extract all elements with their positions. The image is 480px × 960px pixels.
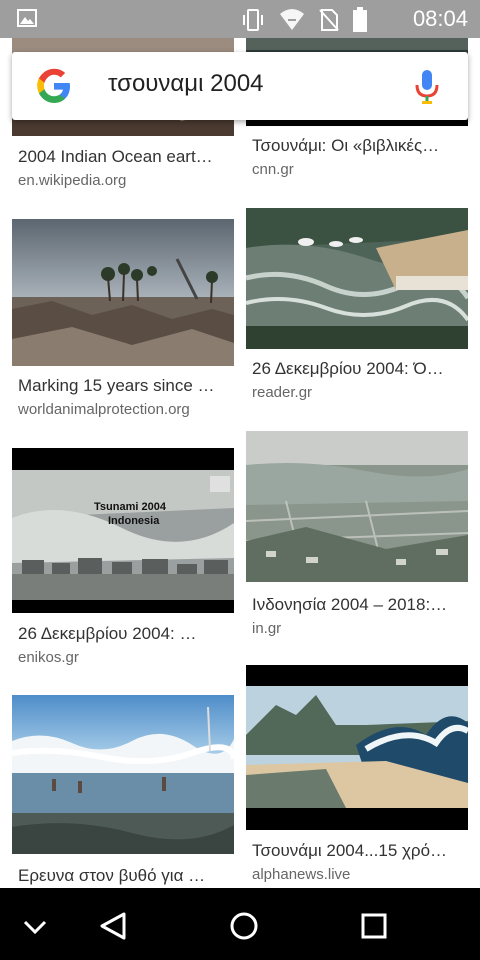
result-title[interactable]: Τσουνάμι 2004...15 χρό…: [252, 841, 464, 861]
search-bar[interactable]: τσουναμι 2004: [12, 52, 468, 120]
result-title[interactable]: 2004 Indian Ocean eart…: [18, 147, 230, 167]
status-time: 08:04: [412, 6, 468, 31]
result-title[interactable]: Ινδονησία 2004 – 2018:…: [252, 595, 464, 615]
search-query-text[interactable]: τσουναμι 2004: [108, 70, 264, 98]
result-card[interactable]: Ινδονησία 2004 – 2018:… in.gr: [246, 431, 468, 661]
wifi-icon: [280, 9, 304, 30]
result-source: alphanews.live: [252, 866, 351, 883]
result-title[interactable]: 26 Δεκεμβρίου 2004: …: [18, 624, 230, 644]
result-title[interactable]: 26 Δεκεμβρίου 2004: Ό…: [252, 359, 464, 379]
image-icon: [17, 9, 37, 27]
result-card[interactable]: Τσουνάμι 2004...15 χρό… alphanews.live: [246, 665, 468, 888]
result-title[interactable]: Marking 15 years since …: [18, 376, 230, 396]
result-title[interactable]: Τσουνάμι: Οι «βιβλικές…: [252, 136, 464, 156]
result-source: worldanimalprotection.org: [18, 401, 190, 418]
mic-icon[interactable]: [414, 68, 440, 106]
result-source: reader.gr: [252, 384, 313, 401]
result-thumbnail[interactable]: [246, 431, 468, 582]
navigation-bar: [0, 888, 480, 960]
home-circle-icon[interactable]: [226, 908, 262, 944]
google-logo-icon: [37, 68, 70, 103]
result-card[interactable]: Tsunami 2004 Indonesia 26 Δεκεμβρίου 200…: [12, 448, 234, 678]
result-thumbnail[interactable]: [246, 208, 468, 349]
thumbnail-caption: Tsunami 2004: [94, 501, 167, 513]
result-source: en.wikipedia.org: [18, 172, 127, 189]
result-card[interactable]: Ερευνα στον βυθό για …: [12, 695, 234, 888]
result-thumbnail[interactable]: [12, 219, 234, 366]
result-thumbnail[interactable]: [12, 695, 234, 854]
no-sim-icon: [319, 9, 339, 31]
vibrate-icon: [243, 9, 263, 31]
status-bar: 08:04: [0, 0, 480, 38]
result-source: cnn.gr: [252, 161, 294, 178]
result-thumbnail[interactable]: Tsunami 2004 Indonesia: [12, 448, 234, 613]
result-card[interactable]: Marking 15 years since … worldanimalprot…: [12, 219, 234, 419]
thumbnail-caption: Indonesia: [108, 515, 160, 527]
result-source: in.gr: [252, 620, 282, 637]
result-thumbnail[interactable]: [246, 665, 468, 830]
result-source: enikos.gr: [18, 649, 79, 666]
results-grid: 2004 Indian Ocean eart… en.wikipedia.org…: [0, 38, 480, 888]
back-chevron-icon[interactable]: [17, 908, 53, 944]
battery-icon: [353, 7, 367, 32]
result-title[interactable]: Ερευνα στον βυθό για …: [18, 866, 230, 886]
back-triangle-icon[interactable]: [96, 908, 132, 944]
result-card[interactable]: 26 Δεκεμβρίου 2004: Ό… reader.gr: [246, 208, 468, 408]
recents-square-icon[interactable]: [356, 908, 392, 944]
